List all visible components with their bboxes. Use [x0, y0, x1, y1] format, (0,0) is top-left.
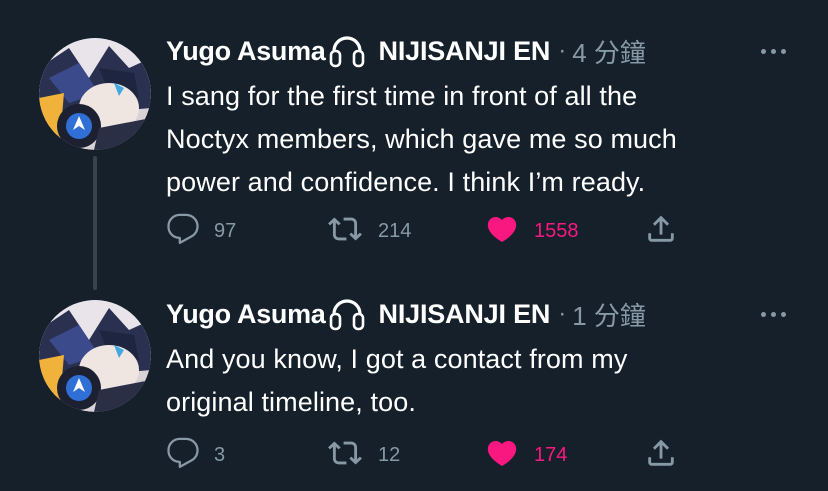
like-button[interactable]: 174	[484, 435, 567, 475]
action-bar: 3 12 174	[166, 435, 696, 475]
headphones-icon	[329, 297, 365, 331]
retweet-count: 214	[378, 219, 412, 242]
avatar[interactable]	[39, 38, 151, 150]
share-icon	[644, 436, 678, 475]
retweet-icon	[326, 212, 364, 251]
reply-button[interactable]: 3	[166, 435, 225, 475]
tweet-text-line: original timeline, too.	[166, 387, 416, 417]
avatar[interactable]	[39, 300, 151, 412]
retweet-button[interactable]: 214	[326, 211, 411, 251]
affiliation-name[interactable]: NIJISANJI EN	[379, 299, 551, 330]
heart-icon	[484, 212, 520, 251]
timestamp[interactable]: 1 分鐘	[572, 296, 646, 333]
more-dots-icon[interactable]	[761, 297, 786, 331]
tweet-header: Yugo Asuma NIJISANJI EN · 4 分鐘	[166, 34, 646, 68]
tweet-1[interactable]: Yugo Asuma NIJISANJI EN · 4 分鐘 I sang fo…	[0, 0, 828, 280]
display-name[interactable]: Yugo Asuma	[166, 36, 326, 67]
like-count: 174	[534, 443, 568, 466]
action-bar: 97 214 1558	[166, 211, 696, 251]
separator-dot: ·	[558, 37, 567, 64]
retweet-count: 12	[378, 443, 401, 466]
share-button[interactable]	[644, 435, 678, 475]
tweet-header: Yugo Asuma NIJISANJI EN · 1 分鐘	[166, 297, 646, 331]
affiliation-name[interactable]: NIJISANJI EN	[379, 36, 551, 67]
headphones-icon	[329, 34, 365, 68]
tweet-text-line: I sang for the first time in front of al…	[166, 81, 638, 111]
reply-bubble-icon	[166, 436, 200, 475]
reply-bubble-icon	[166, 212, 200, 251]
reply-button[interactable]: 97	[166, 211, 236, 251]
like-button[interactable]: 1558	[484, 211, 579, 251]
tweet-text-line: And you know, I got a contact from my	[166, 344, 628, 374]
tweet-text-line: power and confidence. I think I’m ready.	[166, 167, 646, 197]
separator-dot: ·	[558, 300, 567, 327]
display-name[interactable]: Yugo Asuma	[166, 299, 326, 330]
retweet-icon	[326, 436, 364, 475]
reply-count: 97	[214, 219, 237, 242]
tweet-2[interactable]: Yugo Asuma NIJISANJI EN · 1 分鐘 And you k…	[0, 280, 828, 491]
tweet-text: And you know, I got a contact from my or…	[166, 338, 806, 424]
more-dots-icon[interactable]	[761, 34, 786, 68]
heart-icon	[484, 436, 520, 475]
tweet-text: I sang for the first time in front of al…	[166, 75, 806, 204]
like-count: 1558	[534, 219, 579, 242]
tweet-text-line: Noctyx members, which gave me so much	[166, 124, 677, 154]
retweet-button[interactable]: 12	[326, 435, 400, 475]
share-button[interactable]	[644, 211, 678, 251]
timestamp[interactable]: 4 分鐘	[572, 33, 646, 70]
share-icon	[644, 212, 678, 251]
reply-count: 3	[214, 443, 226, 466]
